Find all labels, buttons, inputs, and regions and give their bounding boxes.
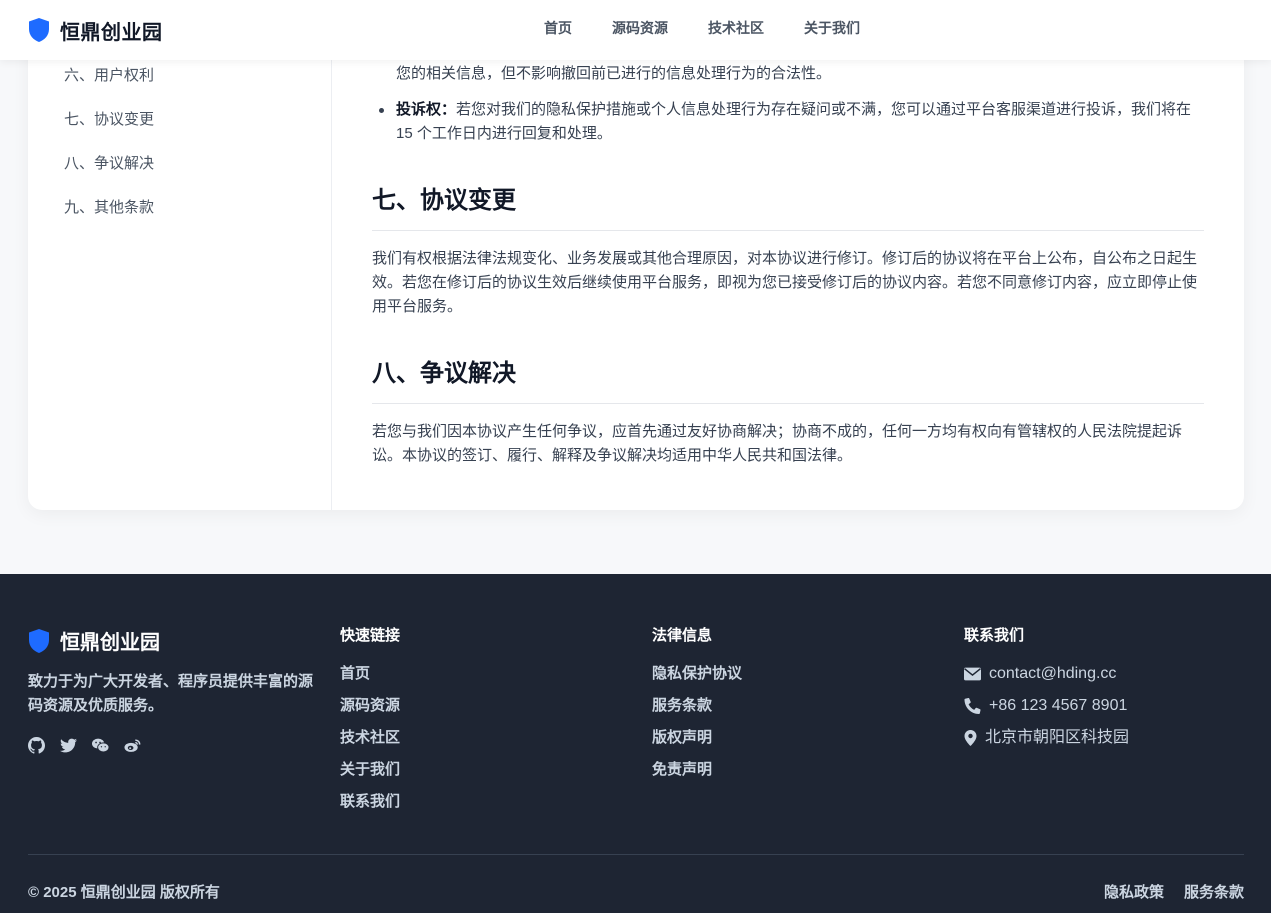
contact-address-row: 北京市朝阳区科技园 xyxy=(964,728,1129,748)
twitter-icon[interactable] xyxy=(60,737,77,754)
wechat-icon[interactable] xyxy=(92,737,109,754)
contact-address: 北京市朝阳区科技园 xyxy=(985,729,1130,746)
toc-item-agreement-changes[interactable]: 七、协议变更 xyxy=(64,110,154,130)
footer-bottom-links: 隐私政策 服务条款 xyxy=(1084,881,1244,902)
site-header: 恒鼎创业园 首页 源码资源 技术社区 关于我们 xyxy=(0,0,1271,60)
toc-item-user-rights[interactable]: 六、用户权利 xyxy=(64,66,154,86)
quick-links-title: 快速链接 xyxy=(340,627,401,644)
bullet-2-label: 投诉权： xyxy=(396,101,457,118)
toc-item-other-terms[interactable]: 九、其他条款 xyxy=(64,198,154,218)
footer-link-source-resources[interactable]: 源码资源 xyxy=(340,696,400,716)
github-icon[interactable] xyxy=(28,737,45,754)
shield-logo-icon xyxy=(29,18,49,42)
shield-logo-icon xyxy=(29,628,49,653)
header-brand[interactable]: 恒鼎创业园 xyxy=(28,14,163,46)
map-pin-icon xyxy=(964,730,977,746)
footer-link-terms-of-service[interactable]: 服务条款 xyxy=(652,696,742,716)
footer-link-privacy-agreement[interactable]: 隐私保护协议 xyxy=(652,664,742,684)
footer-divider xyxy=(28,854,1244,855)
nav-source-resources[interactable]: 源码资源 xyxy=(612,18,668,38)
weibo-icon[interactable] xyxy=(124,737,141,754)
section-8-text: 若您与我们因本协议产生任何争议，应首先通过友好协商解决；协商不成的，任何一方均有… xyxy=(372,423,1183,464)
nav-home[interactable]: 首页 xyxy=(544,18,572,38)
footer-link-copyright-notice[interactable]: 版权声明 xyxy=(652,728,742,748)
bullet-complaint-right: 投诉权：若您对我们的隐私保护措施或个人信息处理行为存在疑问或不满，您可以通过平台… xyxy=(379,98,1204,146)
nav-about-us[interactable]: 关于我们 xyxy=(804,18,860,38)
content-card: 六、用户权利 七、协议变更 八、争议解决 九、其他条款 您的相关信息，但不影响撤… xyxy=(28,0,1244,510)
bullet-2-text: 若您对我们的隐私保护措施或个人信息处理行为存在疑问或不满，您可以通过平台客服渠道… xyxy=(396,101,1192,142)
footer-link-contact-us[interactable]: 联系我们 xyxy=(340,792,400,812)
footer-link-home[interactable]: 首页 xyxy=(340,664,400,684)
contact-email-row[interactable]: contact@hding.cc xyxy=(964,664,1129,684)
bullet-1-continuation: 您的相关信息，但不影响撤回前已进行的信息处理行为的合法性。 xyxy=(396,65,832,82)
copyright-text: © 2025 恒鼎创业园 版权所有 xyxy=(28,884,220,901)
footer-brand[interactable]: 恒鼎创业园 xyxy=(28,626,160,655)
footer-contact: 联系我们 contact@hding.cc +86 123 4567 8901 … xyxy=(964,626,1129,760)
section-8-heading: 八、争议解决 xyxy=(372,360,516,387)
legal-info-title: 法律信息 xyxy=(652,627,713,644)
footer-quick-links: 快速链接 首页 源码资源 技术社区 关于我们 联系我们 xyxy=(340,626,400,824)
section-7-body: 我们有权根据法律法规变化、业务发展或其他合理原因，对本协议进行修订。修订后的协议… xyxy=(372,247,1204,319)
footer-brand-name: 恒鼎创业园 xyxy=(60,632,160,654)
contact-title: 联系我们 xyxy=(964,627,1025,644)
footer-link-tech-community[interactable]: 技术社区 xyxy=(340,728,400,748)
bottom-link-privacy-policy[interactable]: 隐私政策 xyxy=(1104,881,1164,902)
bullet-dot xyxy=(379,108,384,113)
section-8-body: 若您与我们因本协议产生任何争议，应首先通过友好协商解决；协商不成的，任何一方均有… xyxy=(372,420,1204,468)
footer-description: 致力于为广大开发者、程序员提供丰富的源码资源及优质服务。 xyxy=(28,673,314,714)
contact-phone: +86 123 4567 8901 xyxy=(989,697,1128,714)
section-7-divider xyxy=(372,230,1204,231)
main-nav: 首页 源码资源 技术社区 关于我们 xyxy=(544,18,900,38)
phone-icon xyxy=(964,698,981,714)
section-7-heading: 七、协议变更 xyxy=(372,187,516,214)
footer-link-about-us[interactable]: 关于我们 xyxy=(340,760,400,780)
toc-item-dispute-resolution[interactable]: 八、争议解决 xyxy=(64,154,154,174)
site-footer: 恒鼎创业园 致力于为广大开发者、程序员提供丰富的源码资源及优质服务。 快速链接 … xyxy=(0,574,1271,913)
section-7-text: 我们有权根据法律法规变化、业务发展或其他合理原因，对本协议进行修订。修订后的协议… xyxy=(372,250,1198,315)
footer-link-disclaimer[interactable]: 免责声明 xyxy=(652,760,742,780)
section-8-divider xyxy=(372,403,1204,404)
contact-phone-row[interactable]: +86 123 4567 8901 xyxy=(964,696,1129,716)
footer-legal-info: 法律信息 隐私保护协议 服务条款 版权声明 免责声明 xyxy=(652,626,742,792)
envelope-icon xyxy=(964,667,981,681)
table-of-contents: 六、用户权利 七、协议变更 八、争议解决 九、其他条款 xyxy=(28,0,332,510)
nav-tech-community[interactable]: 技术社区 xyxy=(708,18,764,38)
bottom-link-terms-of-service[interactable]: 服务条款 xyxy=(1184,881,1244,902)
header-brand-name: 恒鼎创业园 xyxy=(60,21,163,44)
social-links xyxy=(28,737,156,754)
contact-email: contact@hding.cc xyxy=(989,665,1117,682)
bullet-withdraw-consent: 您的相关信息，但不影响撤回前已进行的信息处理行为的合法性。 xyxy=(396,62,1204,86)
